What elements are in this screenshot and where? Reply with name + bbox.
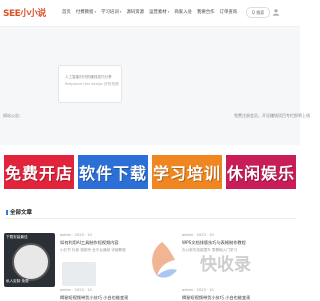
announcement-label: 网站公告： — [3, 113, 23, 118]
tile-free-store[interactable]: 免费开店 — [4, 155, 74, 189]
banner-card-subtitle: Response this design 好的资源 — [65, 82, 119, 86]
thumbnail-image — [12, 243, 50, 281]
chevron-down-icon: ▾ — [119, 10, 122, 14]
nav-item-source-code[interactable]: 源码资源 — [126, 9, 144, 15]
main-nav: 首页 付费教程▾ 学习培训▾ 源码资源 运营素材▾ 商家入驻 我要合作 订单查询 — [62, 9, 242, 15]
thumbnail-caption-bottom: 私人定制 免费 — [6, 279, 29, 283]
tile-entertainment[interactable]: 休闲娱乐 — [226, 155, 296, 189]
site-logo[interactable]: SEE小小说 — [3, 6, 46, 19]
nav-item-paid-tutorials[interactable]: 付费教程▾ — [76, 9, 96, 15]
article-item[interactable]: admin · 2023 · 10 揭秘短视频带货小技巧 小白也能变现 — [60, 288, 128, 301]
section-marker — [6, 209, 8, 215]
search-button[interactable]: Q 搜索 — [246, 7, 270, 18]
top-navigation: SEE小小说 首页 付费教程▾ 学习培训▾ 源码资源 运营素材▾ 商家入驻 我要… — [0, 0, 300, 27]
tile-training[interactable]: 学习培训 — [152, 155, 222, 189]
article-item[interactable]: admin · 2023 · 10 如何利用AI工具制作短视频内容 小红书 抖音… — [60, 233, 126, 253]
section-title: 全部文章 — [6, 208, 32, 216]
article-title[interactable]: 如何利用AI工具制作短视频内容 — [60, 240, 126, 246]
article-meta: admin · 2023 · 10 — [60, 233, 92, 237]
nav-item-orders[interactable]: 订单查询 — [220, 9, 238, 15]
featured-thumbnail[interactable]: 下载安装最佳 私人定制 免费 — [4, 233, 55, 287]
nav-item-merchant[interactable]: 商家入驻 — [174, 9, 192, 15]
nav-item-home[interactable]: 首页 — [62, 9, 71, 15]
nav-item-training[interactable]: 学习培训▾ — [101, 9, 121, 15]
thumbnail-caption-top: 下载安装最佳 — [6, 235, 28, 239]
article-title[interactable]: 揭秘短视频带货小技巧 小白也能变现 — [60, 295, 128, 301]
section-divider — [4, 218, 296, 219]
announcement-text[interactable]: 免费注册会员，开设赚钱项目专栏即将上线 — [234, 113, 310, 119]
chevron-down-icon: ▾ — [94, 10, 97, 14]
watermark-text: 快收录 — [200, 255, 251, 275]
nav-item-cooperation[interactable]: 我要合作 — [197, 9, 215, 15]
banner-card-title: 人工智能时代的赚钱技巧分享 — [65, 75, 112, 79]
nav-item-materials[interactable]: 运营素材▾ — [149, 9, 169, 15]
chevron-down-icon: ▾ — [167, 10, 170, 14]
hero-banner: 人工智能时代的赚钱技巧分享 Response this design 好的资源 — [0, 27, 300, 145]
article-meta: admin · 2023 · 10 — [60, 288, 92, 292]
tile-software-download[interactable]: 软件下载 — [78, 155, 148, 189]
banner-card[interactable]: 人工智能时代的赚钱技巧分享 Response this design 好的资源 — [58, 65, 122, 103]
article-thumbnail[interactable] — [62, 262, 96, 286]
article-desc: 小红书 抖音 视频号 全平台通用 详细教程 — [60, 248, 126, 252]
user-icon[interactable] — [272, 8, 282, 16]
